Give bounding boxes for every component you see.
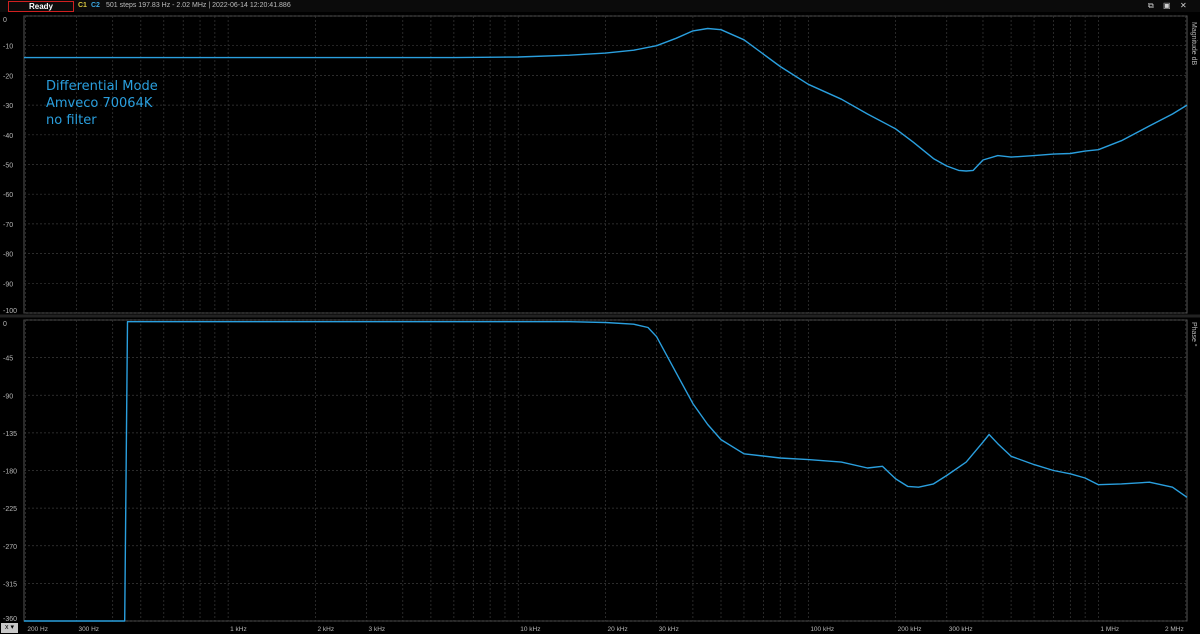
x-tick-label: 1 kHz (230, 626, 247, 633)
x-tick-label: 1 MHz (1100, 626, 1119, 633)
y-tick-label: -50 (3, 163, 13, 170)
y-tick-label: -270 (3, 544, 17, 551)
y-tick-label: -135 (3, 431, 17, 438)
y-tick-label: -45 (3, 356, 13, 363)
y-tick-label: -100 (3, 308, 17, 315)
y-tick-label: -360 (3, 616, 17, 623)
annotation-line-2: Amveco 70064K (46, 96, 153, 111)
x-tick-label: 2 kHz (317, 626, 334, 633)
y-tick-label: -10 (3, 44, 13, 51)
y-tick-label: 0 (3, 321, 7, 328)
y-tick-label: -90 (3, 281, 13, 288)
y-tick-label: -80 (3, 252, 13, 259)
y-tick-label: -20 (3, 73, 13, 80)
bode-plot: 0 -10 -20 -30 -40 -50 -60 -70 -80 -90 -100 0 -45 -90 -… (0, 15, 1200, 633)
y-tick-label: -90 (3, 393, 13, 400)
y-tick-label: -180 (3, 469, 17, 476)
y-tick-label: -60 (3, 192, 13, 199)
y-tick-label: -315 (3, 581, 17, 588)
chart-annotation: Differential Mode Amveco 70064K no filte… (46, 78, 158, 129)
x-tick-label: 300 kHz (949, 626, 973, 633)
magnitude-axis-label: Magnitude dB (1190, 22, 1197, 66)
y-tick-label: -30 (3, 103, 13, 110)
x-tick-label: 20 kHz (608, 626, 628, 633)
x-tick-label: 10 kHz (520, 626, 540, 633)
annotation-line-3: no filter (46, 113, 97, 128)
x-tick-label: 200 Hz (27, 626, 48, 633)
y-tick-label: -40 (3, 133, 13, 140)
annotation-line-1: Differential Mode (46, 79, 158, 94)
x-tick-label: 100 kHz (810, 626, 834, 633)
y-tick-label: -225 (3, 506, 17, 513)
x-tick-label: 3 kHz (369, 626, 386, 633)
x-tick-label: 300 Hz (78, 626, 99, 633)
x-tick-label: 200 kHz (898, 626, 922, 633)
x-tick-label: 30 kHz (659, 626, 679, 633)
x-axis-button[interactable]: x ▾ (1, 623, 18, 633)
y-tick-label: -70 (3, 222, 13, 229)
x-tick-label: 2 MHz (1165, 626, 1184, 633)
phase-axis-label: Phase ° (1190, 322, 1197, 347)
y-tick-label: 0 (3, 17, 7, 24)
